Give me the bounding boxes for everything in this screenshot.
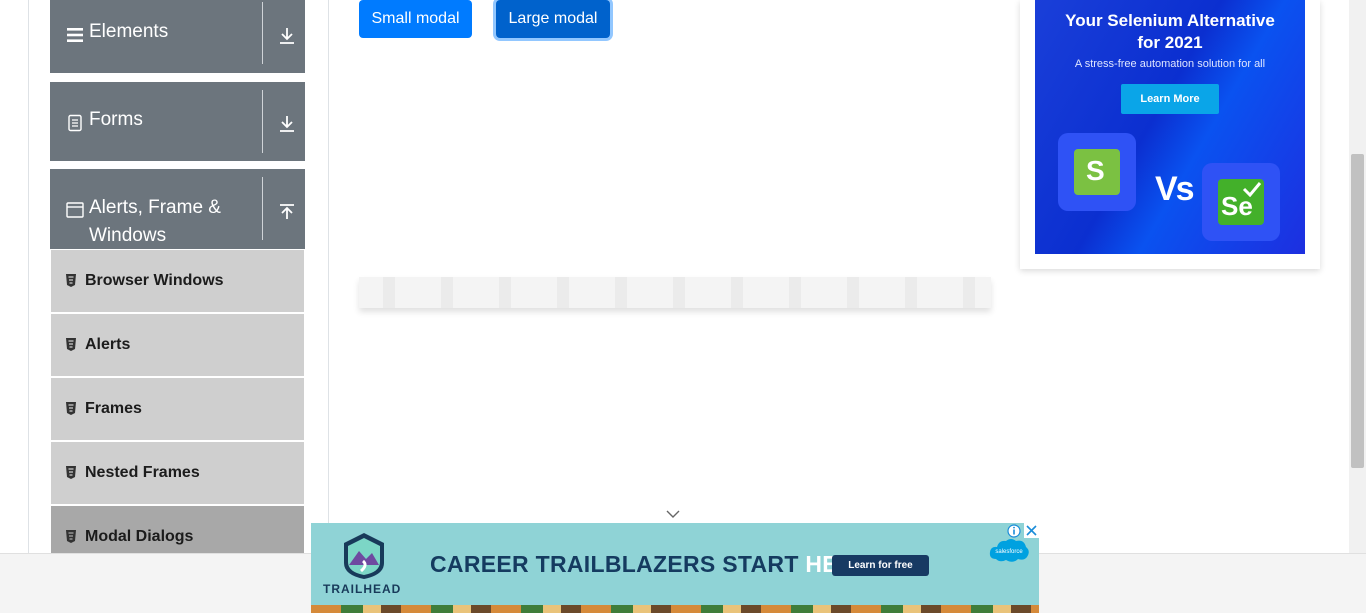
right-ad-headline-line1: Your Selenium Alternative	[1065, 11, 1275, 30]
right-ad-learn-more-button[interactable]: Learn More	[1121, 84, 1219, 114]
large-modal-button[interactable]: Large modal	[496, 0, 610, 38]
sidebar-item-browser-windows[interactable]: Browser Windows	[51, 250, 304, 312]
trailhead-logo-icon	[344, 533, 384, 579]
trailhead-brand-text: TRAILHEAD	[323, 582, 402, 596]
chevron-down-icon[interactable]	[666, 509, 680, 519]
window-icon	[66, 202, 84, 218]
sidebar-item-label: Modal Dialogs	[85, 528, 194, 545]
sidebar-group-label: Forms	[89, 109, 143, 130]
document-icon	[68, 114, 82, 132]
ad-placeholder-strip	[359, 277, 991, 308]
content-border-left	[28, 0, 29, 553]
sidebar-group-elements[interactable]: Elements	[50, 0, 305, 73]
sidebar-item-modal-dialogs[interactable]: Modal Dialogs	[51, 506, 304, 553]
sidebar-item-label: Nested Frames	[85, 464, 200, 481]
versus-text: Vs	[1155, 170, 1195, 208]
competitor-tile: S	[1058, 133, 1136, 211]
sidebar-item-label: Browser Windows	[85, 272, 224, 289]
banner-headline-main: CAREER TRAILBLAZERS START	[430, 551, 806, 577]
menu-icon	[67, 28, 83, 42]
upload-arrow-icon[interactable]	[278, 203, 296, 221]
competitor-logo-letter: S	[1086, 155, 1105, 186]
html5-icon	[66, 466, 76, 479]
sidebar-border-right	[328, 0, 329, 553]
download-arrow-icon[interactable]	[278, 115, 296, 133]
banner-headline: CAREER TRAILBLAZERS START HERE.	[430, 551, 877, 578]
salesforce-logo-icon: salesforce	[989, 539, 1029, 562]
group-divider	[262, 177, 263, 240]
right-ad-headline: Your Selenium Alternative for 2021	[1035, 10, 1305, 54]
html5-icon	[66, 530, 76, 543]
group-divider	[262, 90, 263, 153]
right-ad-subtext: A stress-free automation solution for al…	[1074, 58, 1266, 70]
sidebar-group-label-line2: Windows	[89, 225, 167, 246]
selenium-tile: Se	[1202, 163, 1280, 241]
group-divider	[262, 2, 263, 64]
download-arrow-icon[interactable]	[278, 27, 296, 45]
sidebar-group-label-line1: Alerts, Frame &	[89, 197, 221, 218]
sidebar-item-label: Alerts	[85, 336, 131, 353]
trailhead-banner-ad[interactable]: TRAILHEAD CAREER TRAILBLAZERS START HERE…	[311, 523, 1039, 613]
competitor-logo: S	[1074, 149, 1120, 195]
page-scrollbar-thumb[interactable]	[1351, 154, 1364, 468]
adchoices-icon[interactable]	[1007, 524, 1021, 538]
sidebar-item-label: Frames	[85, 400, 142, 417]
html5-icon	[66, 338, 76, 351]
sidebar-item-nested-frames[interactable]: Nested Frames	[51, 442, 304, 504]
sidebar-group-forms[interactable]: Forms	[50, 82, 305, 161]
sidebar-item-alerts[interactable]: Alerts	[51, 314, 304, 376]
checkmark-icon	[1242, 182, 1262, 197]
sidebar-group-label: Elements	[89, 21, 169, 42]
html5-icon	[66, 274, 76, 287]
selenium-logo: Se	[1218, 179, 1264, 225]
right-ad[interactable]: Your Selenium Alternative for 2021 A str…	[1035, 0, 1305, 254]
small-modal-button[interactable]: Small modal	[359, 0, 472, 38]
banner-learn-button[interactable]: Learn for free	[832, 555, 929, 576]
html5-icon	[66, 402, 76, 415]
sidebar-item-frames[interactable]: Frames	[51, 378, 304, 440]
page: Elements Forms Alerts, Frame & Windows B…	[0, 0, 1366, 613]
banner-foliage-strip	[311, 605, 1039, 613]
sidebar-group-alerts-frame-windows[interactable]: Alerts, Frame & Windows	[50, 169, 305, 249]
close-icon	[1026, 525, 1037, 536]
right-ad-headline-line2: for 2021	[1137, 33, 1203, 52]
ad-close-button[interactable]	[1024, 523, 1039, 538]
salesforce-logo-text: salesforce	[995, 549, 1023, 555]
